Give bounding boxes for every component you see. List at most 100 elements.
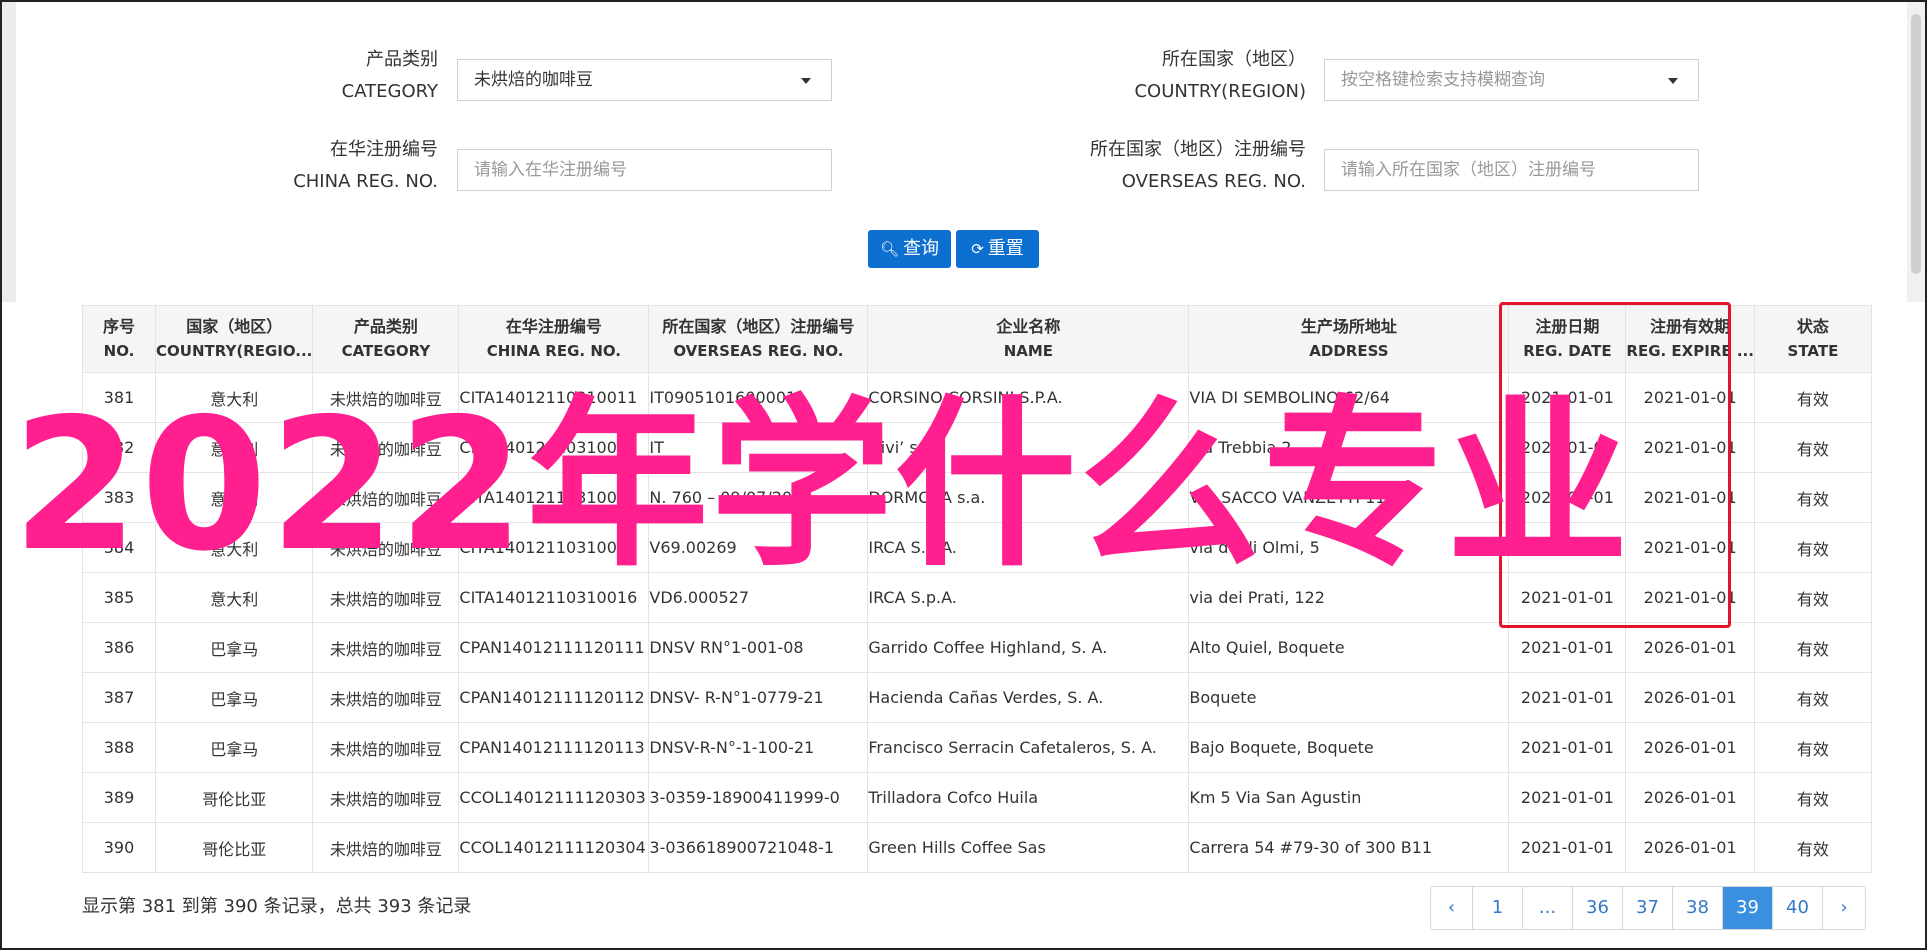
table-cell: 未烘焙的咖啡豆 [312,822,460,873]
pagination-prev-button[interactable]: ‹ [1431,887,1473,929]
country-label-zh: 所在国家（地区） [1162,49,1306,70]
table-cell: 383 [82,472,156,523]
table-cell: Trilladora Cofco Huila [867,772,1190,823]
column-header: 国家（地区） COUNTRY(REGIO... [154,305,314,373]
table-cell: 2021-01-01 [1625,522,1755,573]
table-cell: 2021-01-01 [1625,372,1755,423]
overseas-reg-input[interactable]: 请输入所在国家（地区）注册编号 [1324,149,1699,191]
table-cell: 哥伦比亚 [154,822,314,873]
table-cell: Boquete [1188,672,1510,723]
table-cell: DNSV- R-N°1-0779-21 [648,672,869,723]
country-select[interactable]: 按空格键检索支持模糊查询 [1324,59,1699,101]
table-cell: 未烘焙的咖啡豆 [312,472,460,523]
category-label-en: CATEGORY [341,81,438,102]
reset-button[interactable]: ⟳ 重置 [956,230,1039,268]
reset-button-label: 重置 [987,238,1024,259]
table-cell: 2026-01-01 [1625,722,1755,773]
china-reg-label-en: CHINA REG. NO. [293,171,438,192]
table-cell: CPAN14012111120113 [458,722,650,773]
overseas-reg-placeholder: 请输入所在国家（地区）注册编号 [1341,160,1596,180]
category-select[interactable]: 未烘焙的咖啡豆 [457,59,832,101]
table-cell: 387 [82,672,156,723]
table-cell: DNSV-R-N°-1-100-21 [648,722,869,773]
pagination-next-button[interactable]: › [1823,887,1865,929]
table-cell: 388 [82,722,156,773]
table-row[interactable]: 386 巴拿马 未烘焙的咖啡豆 CPAN14012111120111 DNSV RN°1… [82,622,1872,673]
column-header: 所在国家（地区）注册编号 OVERSEAS REG. NO. [648,305,869,373]
table-cell: CITA14012110310011 [458,372,650,423]
results-table: 序号 NO. 国家（地区） COUNTRY(REGIO... 产品类别 CATEGORY 在… [82,305,1872,873]
vertical-scrollbar[interactable] [1907,2,1925,302]
table-row[interactable]: 385 意大利 未烘焙的咖啡豆 CITA14012110310016 VD6.00052… [82,572,1872,623]
table-cell: 381 [82,372,156,423]
table-row[interactable]: 381 意大利 未烘焙的咖啡豆 CITA14012110310011 IT0905101… [82,372,1872,423]
column-header: 产品类别 CATEGORY [312,305,460,373]
pagination-page-button[interactable]: 37 [1623,887,1673,929]
table-cell: 2021-01-01 [1625,422,1755,473]
table-row[interactable]: 383 意大利 未烘焙的咖啡豆 CITA14012110310013 N. 760 – … [82,472,1872,523]
table-cell: V69.00269 [648,522,869,573]
table-cell: 2026-01-01 [1625,622,1755,673]
table-cell: 2026-01-01 [1625,772,1755,823]
table-cell: 2021-01-01 [1508,622,1627,673]
country-label: 所在国家（地区） COUNTRY(REGION) [1062,44,1306,108]
table-cell: 3-0359-18900411999-0 [648,772,869,823]
table-cell: 2026-01-01 [1625,672,1755,723]
search-icon: 🔍︎ [879,240,900,258]
table-row[interactable]: 387 巴拿马 未烘焙的咖啡豆 CPAN14012111120112 DNSV- R-N… [82,672,1872,723]
table-cell: VIA SACCO VANZETTI 11 [1188,472,1510,523]
table-row[interactable]: 384 意大利 未烘焙的咖啡豆 CITA14012110310014 V69.00269… [82,522,1872,573]
table-cell: 有效 [1753,722,1872,773]
table-cell: 有效 [1753,372,1872,423]
pagination-page-button[interactable]: 40 [1773,887,1823,929]
china-reg-input[interactable]: 请输入在华注册编号 [457,149,832,191]
table-row[interactable]: 389 哥伦比亚 未烘焙的咖啡豆 CCOL14012111120303 3-0359-1… [82,772,1872,823]
overseas-reg-label-en: OVERSEAS REG. NO. [1121,171,1306,192]
pagination-page-button[interactable]: ... [1523,887,1573,929]
column-header-zh: 国家（地区） [186,317,283,336]
column-header: 状态 STATE [1753,305,1872,373]
query-button[interactable]: 🔍︎ 查询 [868,230,951,268]
table-cell: 2021-01-01 [1508,422,1627,473]
table-cell: 2026-01-01 [1625,822,1755,873]
table-cell: 意大利 [154,422,314,473]
chevron-down-icon [801,78,811,84]
overseas-reg-label: 所在国家（地区）注册编号 OVERSEAS REG. NO. [1062,134,1306,198]
pagination-page-button[interactable]: 38 [1673,887,1723,929]
pagination-page-button[interactable]: 39 [1723,887,1773,929]
table-cell: DORMOKA s.a. [867,472,1190,523]
pagination-page-button[interactable]: 36 [1573,887,1623,929]
column-header-zh: 注册日期 [1535,317,1600,336]
table-cell: 382 [82,422,156,473]
column-header: 生产场所地址 ADDRESS [1188,305,1510,373]
table-cell: 意大利 [154,472,314,523]
table-cell: 有效 [1753,472,1872,523]
table-cell: CORSINO CORSINI S.P.A. [867,372,1190,423]
table-cell: N. 760 – 09/07/2003 [648,472,869,523]
table-cell: CCOL14012111120303 [458,772,650,823]
table-cell: 384 [82,522,156,573]
column-header: 在华注册编号 CHINA REG. NO. [458,305,650,373]
table-cell: Carrera 54 #79-30 of 300 B11 [1188,822,1510,873]
browser-viewport: 产品类别 CATEGORY 未烘焙的咖啡豆 所在国家（地区） COUNTRY(R… [0,0,1927,950]
column-header-en: NO. [103,342,135,360]
table-row[interactable]: 388 巴拿马 未烘焙的咖啡豆 CPAN14012111120113 DNSV-R-N°… [82,722,1872,773]
table-cell: 2021-01-01 [1508,472,1627,523]
table-cell: 哥伦比亚 [154,772,314,823]
chevron-down-icon [1668,78,1678,84]
column-header-zh: 生产场所地址 [1300,317,1397,336]
column-header-en: OVERSEAS REG. NO. [673,342,844,360]
china-reg-label: 在华注册编号 CHINA REG. NO. [262,134,438,198]
table-cell: Alto Quiel, Boquete [1188,622,1510,673]
table-row[interactable]: 390 哥伦比亚 未烘焙的咖啡豆 CCOL14012111120304 3-036618… [82,822,1872,873]
table-cell: 385 [82,572,156,623]
table-row[interactable]: 382 意大利 未烘焙的咖啡豆 CITA14012110310012 IT Givi’ s… [82,422,1872,473]
pagination-page-button[interactable]: 1 [1473,887,1523,929]
table-cell: 2021-01-01 [1508,672,1627,723]
table-cell: IRCA S.p.A. [867,572,1190,623]
scrollbar-thumb[interactable] [1911,14,1921,274]
column-header-en: STATE [1787,342,1839,360]
column-header-zh: 企业名称 [996,317,1061,336]
table-cell: 未烘焙的咖啡豆 [312,522,460,573]
table-cell: 2021-01-01 [1508,822,1627,873]
